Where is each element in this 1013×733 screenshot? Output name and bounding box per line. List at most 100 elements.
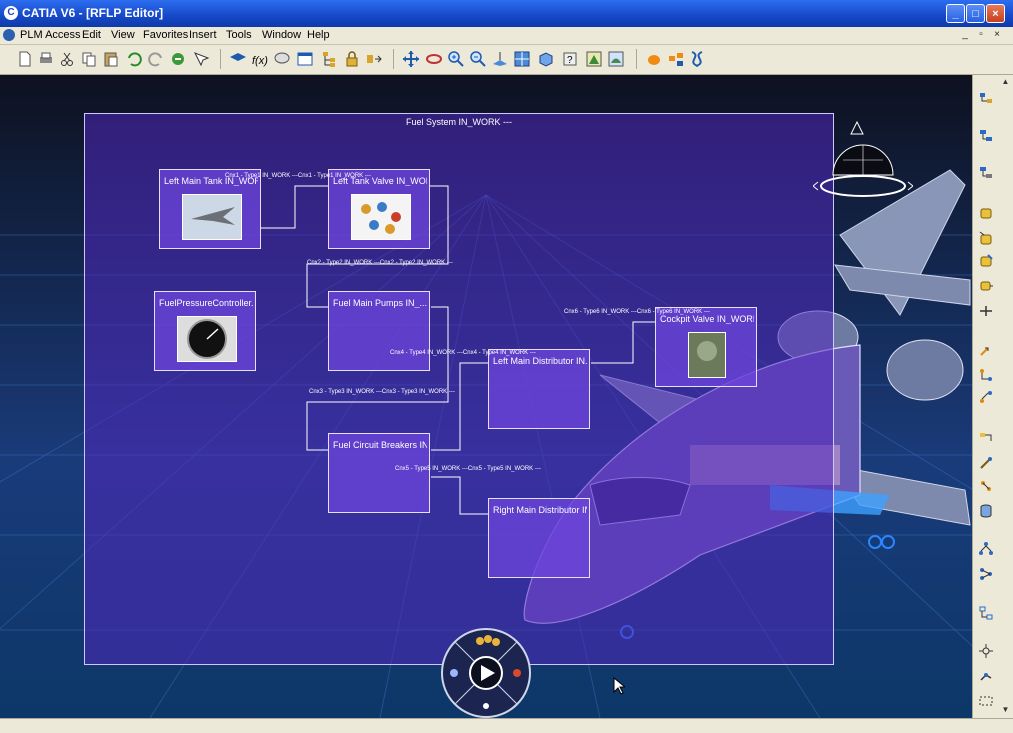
flow-link-icon[interactable] (978, 389, 994, 405)
redo-icon[interactable] (147, 50, 165, 68)
connection-arrow-icon[interactable] (978, 343, 994, 359)
network-expand-icon[interactable] (978, 566, 994, 582)
connection-label-cnx1: Cnx1 - Type1 IN_WORK ---Cnx1 - Type1 IN_… (225, 173, 371, 179)
menu-tools[interactable]: Tools (226, 29, 252, 41)
graduation-cap-icon[interactable] (229, 50, 247, 68)
menu-window[interactable]: Window (262, 29, 301, 41)
yellow-box-icon[interactable] (978, 205, 994, 221)
document-icon[interactable] (3, 29, 15, 41)
yellow-box-edit-icon[interactable] (978, 253, 994, 269)
database-icon[interactable] (978, 503, 994, 519)
catia-logo-icon: C (4, 6, 18, 20)
tree-structure-icon[interactable] (320, 50, 338, 68)
explode-icon[interactable] (365, 50, 383, 68)
paste-icon[interactable] (102, 50, 120, 68)
menu-insert[interactable]: Insert (189, 29, 217, 41)
menu-favorites[interactable]: Favorites (143, 29, 188, 41)
network-tree-icon[interactable] (978, 541, 994, 557)
hide-show-icon[interactable]: ? (561, 50, 579, 68)
node-label: Left Main Distributor IN... (493, 356, 587, 366)
menu-bar: PLM Access Edit View Favorites Insert To… (0, 27, 1013, 45)
logic-diagram-icon[interactable] (978, 605, 994, 621)
mapping-icon[interactable] (978, 430, 994, 446)
window-title: CATIA V6 - [RFLP Editor] (22, 6, 164, 20)
node-right-main-distributor[interactable]: Right Main Distributor IN... (488, 498, 590, 578)
connection-label-cnx2: Cnx2 - Type2 IN_WORK ---Cnx2 - Type2 IN_… (307, 260, 453, 266)
pan-icon[interactable] (402, 50, 420, 68)
rflp-tree-icon[interactable] (978, 91, 994, 107)
tag-link-icon[interactable] (978, 478, 994, 494)
title-bar: C CATIA V6 - [RFLP Editor] _ □ × (0, 0, 1013, 27)
valves-thumbnail (351, 194, 411, 240)
menu-help[interactable]: Help (307, 29, 330, 41)
lock-icon[interactable] (343, 50, 361, 68)
node-fuel-pressure-controller[interactable]: FuelPressureController.... (154, 291, 256, 371)
cut-icon[interactable] (58, 50, 76, 68)
toolbar-separator (220, 49, 221, 69)
node-fuel-circuit-breakers[interactable]: Fuel Circuit Breakers IN... (328, 433, 430, 513)
node-label: Fuel Main Pumps IN_... (333, 298, 427, 308)
scroll-down-icon[interactable]: ▼ (999, 703, 1012, 716)
print-icon[interactable] (37, 50, 55, 68)
node-cockpit-valve[interactable]: Cockpit Valve IN_WORK... (655, 307, 757, 387)
gauge-thumbnail (177, 316, 237, 362)
menu-plm-access[interactable]: PLM Access (20, 29, 81, 41)
rotate-icon[interactable] (425, 50, 443, 68)
brush-icon[interactable] (978, 455, 994, 471)
menu-view[interactable]: View (111, 29, 135, 41)
maximize-button[interactable]: □ (966, 4, 985, 23)
robot-joint-icon[interactable] (978, 643, 994, 659)
robot-arm-icon[interactable] (978, 667, 994, 683)
toolbar-separator (393, 49, 394, 69)
multi-view-icon[interactable] (513, 50, 531, 68)
table-icon[interactable] (296, 50, 314, 68)
close-button[interactable]: × (986, 4, 1005, 23)
robot-wheel-widget[interactable] (440, 627, 532, 718)
doc-close-button[interactable]: × (990, 28, 1004, 41)
connection-label-cnx5: Cnx5 - Type5 IN_WORK ---Cnx5 - Type5 IN_… (395, 466, 541, 472)
whats-this-icon[interactable] (192, 50, 210, 68)
orange-ball-icon[interactable] (645, 50, 663, 68)
dna-icon[interactable] (688, 50, 706, 68)
node-fuel-main-pumps[interactable]: Fuel Main Pumps IN_... (328, 291, 430, 371)
shading-icon[interactable] (585, 50, 603, 68)
new-document-icon[interactable] (16, 50, 34, 68)
svg-text:f(x): f(x) (252, 55, 268, 67)
doc-minimize-button[interactable]: _ (958, 28, 972, 41)
insert-reference-icon[interactable] (978, 165, 994, 181)
node-left-main-distributor[interactable]: Left Main Distributor IN... (488, 349, 590, 429)
bottom-scrollbar[interactable] (0, 718, 1013, 733)
yellow-box-connect-icon[interactable] (978, 277, 994, 293)
flow-connect-icon[interactable] (978, 367, 994, 383)
update-icon[interactable] (169, 50, 187, 68)
scroll-up-icon[interactable]: ▲ (999, 75, 1012, 88)
minimize-button[interactable]: _ (946, 4, 965, 23)
node-left-tank-valve[interactable]: Left Tank Valve IN_WOR... (328, 169, 430, 249)
formula-icon[interactable]: f(x) (251, 50, 269, 68)
dotted-frame-icon[interactable] (978, 693, 994, 709)
yellow-box-arrow-icon[interactable] (978, 230, 994, 246)
copy-icon[interactable] (80, 50, 98, 68)
3d-viewport[interactable]: Fuel System IN_WORK --- Left Main Tank I… (0, 75, 972, 718)
network-icon[interactable] (667, 50, 685, 68)
undo-icon[interactable] (125, 50, 143, 68)
comment-icon[interactable] (273, 50, 291, 68)
doc-restore-button[interactable]: ▫ (974, 28, 988, 41)
fuel-system-diagram[interactable]: Fuel System IN_WORK --- Left Main Tank I… (84, 113, 834, 665)
apply-material-icon[interactable] (607, 50, 625, 68)
port-icon[interactable] (978, 303, 994, 319)
main-toolbar: f(x) ? (0, 45, 1013, 75)
compass-widget[interactable] (813, 120, 913, 220)
insert-block-icon[interactable] (978, 128, 994, 144)
node-label: Cockpit Valve IN_WORK... (660, 314, 754, 324)
iso-view-icon[interactable] (537, 50, 555, 68)
node-left-main-tank[interactable]: Left Main Tank IN_WOR... (159, 169, 261, 249)
menu-edit[interactable]: Edit (82, 29, 101, 41)
jet-fighter-thumbnail (182, 194, 242, 240)
mouse-cursor-icon (613, 677, 625, 695)
zoom-out-icon[interactable] (469, 50, 487, 68)
zoom-in-icon[interactable] (447, 50, 465, 68)
right-scrollbar[interactable]: ▲ ▼ (999, 75, 1013, 718)
right-toolbar (972, 75, 1000, 718)
normal-view-icon[interactable] (491, 50, 509, 68)
